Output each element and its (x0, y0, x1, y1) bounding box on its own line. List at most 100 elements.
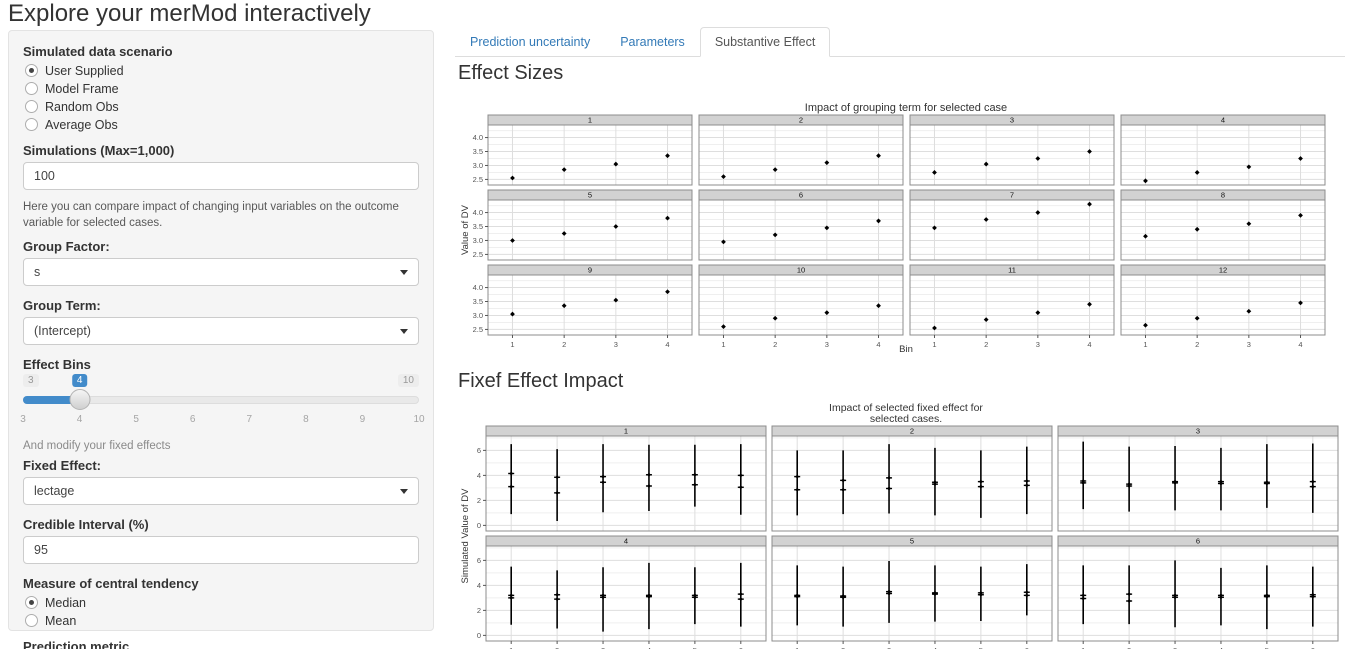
svg-text:11: 11 (1008, 266, 1016, 275)
radio-button-icon[interactable] (25, 614, 38, 627)
simulations-input[interactable] (23, 162, 419, 190)
svg-text:4: 4 (477, 471, 481, 480)
central-tendency-label: Measure of central tendency (23, 576, 419, 591)
help-text: Here you can compare impact of changing … (23, 200, 419, 231)
slider-max-badge: 10 (398, 374, 419, 387)
svg-text:3.0: 3.0 (473, 311, 483, 320)
slider-tick-label: 6 (190, 414, 196, 425)
svg-text:3.0: 3.0 (473, 236, 483, 245)
group-factor-label: Group Factor: (23, 239, 419, 254)
radio-button-icon[interactable] (25, 100, 38, 113)
radio-button-icon[interactable] (25, 82, 38, 95)
svg-text:3: 3 (1010, 116, 1014, 125)
radio-label: Mean (45, 614, 76, 628)
tab-bar: Prediction uncertaintyParametersSubstant… (455, 28, 1345, 57)
radio-option[interactable]: User Supplied (25, 63, 419, 78)
svg-text:3: 3 (1247, 340, 1251, 349)
chevron-down-icon (400, 329, 408, 334)
svg-text:8: 8 (1221, 191, 1225, 200)
grouping-term-plot: Impact of grouping term for selected cas… (460, 100, 1340, 358)
slider-tick-label: 8 (303, 414, 309, 425)
slider-tick-label: 10 (413, 414, 424, 425)
svg-text:6: 6 (477, 556, 481, 565)
radio-label: Average Obs (45, 118, 118, 132)
svg-text:4.0: 4.0 (473, 208, 483, 217)
svg-text:4: 4 (1221, 116, 1225, 125)
group-term-select[interactable]: (Intercept) (23, 317, 419, 345)
slider-value-badge: 4 (72, 374, 88, 387)
svg-text:10: 10 (797, 266, 805, 275)
credible-interval-label: Credible Interval (%) (23, 517, 419, 532)
svg-text:3.5: 3.5 (473, 222, 483, 231)
svg-text:4.0: 4.0 (473, 133, 483, 142)
svg-text:2: 2 (799, 116, 803, 125)
svg-text:2: 2 (910, 427, 914, 436)
group-term-value: (Intercept) (34, 324, 91, 338)
effect-bins-label: Effect Bins (23, 357, 419, 372)
slider-min-badge: 3 (23, 374, 39, 387)
sidebar-controls-panel: Simulated data scenario User Supplied Mod… (8, 30, 434, 631)
chevron-down-icon (400, 270, 408, 275)
main-content: Prediction uncertaintyParametersSubstant… (455, 28, 1345, 649)
fixed-effect-value: lectage (34, 484, 74, 498)
svg-text:2: 2 (562, 340, 566, 349)
svg-text:1: 1 (932, 340, 936, 349)
svg-text:4: 4 (1298, 340, 1302, 349)
radio-option[interactable]: Mean (25, 613, 419, 628)
svg-text:3: 3 (614, 340, 618, 349)
svg-text:1: 1 (624, 427, 628, 436)
tab-parameters[interactable]: Parameters (605, 27, 700, 57)
svg-text:5: 5 (910, 537, 914, 546)
svg-text:2.5: 2.5 (473, 325, 483, 334)
svg-text:0: 0 (477, 521, 481, 530)
fixed-effect-select[interactable]: lectage (23, 477, 419, 505)
slider-tick-label: 4 (77, 414, 83, 425)
scenario-label: Simulated data scenario (23, 44, 419, 59)
radio-option[interactable]: Average Obs (25, 117, 419, 132)
scenario-radio-group: User Supplied Model Frame Random Obs Averag… (23, 63, 419, 132)
svg-text:4: 4 (477, 581, 481, 590)
radio-button-icon[interactable] (25, 64, 38, 77)
credible-interval-input[interactable] (23, 536, 419, 564)
slider-tick-label: 5 (133, 414, 139, 425)
svg-text:6: 6 (1196, 537, 1200, 546)
radio-button-icon[interactable] (25, 118, 38, 131)
svg-text:selected cases.: selected cases. (870, 413, 942, 425)
effect-sizes-heading: Effect Sizes (458, 62, 563, 85)
radio-label: Model Frame (45, 82, 119, 96)
svg-text:2: 2 (984, 340, 988, 349)
group-factor-value: s (34, 265, 40, 279)
slider-tick-labels: 345678910 (23, 414, 419, 426)
svg-text:2: 2 (477, 496, 481, 505)
slider-tick-label: 7 (247, 414, 253, 425)
svg-text:0: 0 (477, 631, 481, 640)
svg-text:4.0: 4.0 (473, 283, 483, 292)
radio-label: User Supplied (45, 64, 124, 78)
fixef-impact-heading: Fixef Effect Impact (458, 370, 623, 393)
fixed-effect-label: Fixed Effect: (23, 458, 419, 473)
svg-text:4: 4 (1087, 340, 1091, 349)
tab-substantive-effect[interactable]: Substantive Effect (700, 27, 831, 57)
radio-option[interactable]: Random Obs (25, 99, 419, 114)
tab-prediction-uncertainty[interactable]: Prediction uncertainty (455, 27, 605, 57)
svg-text:3.5: 3.5 (473, 147, 483, 156)
fixed-effect-plot: Impact of selected fixed effect forselec… (460, 400, 1340, 649)
svg-text:2: 2 (1195, 340, 1199, 349)
group-factor-select[interactable]: s (23, 258, 419, 286)
svg-text:3: 3 (1036, 340, 1040, 349)
chevron-down-icon (400, 489, 408, 494)
svg-text:12: 12 (1219, 266, 1227, 275)
simulations-label: Simulations (Max=1,000) (23, 143, 419, 158)
radio-button-icon[interactable] (25, 596, 38, 609)
radio-option[interactable]: Model Frame (25, 81, 419, 96)
svg-text:5: 5 (588, 191, 592, 200)
svg-text:Bin: Bin (899, 344, 913, 355)
fixed-effects-note: And modify your fixed effects (23, 440, 419, 452)
svg-text:2.5: 2.5 (473, 175, 483, 184)
svg-text:2: 2 (477, 606, 481, 615)
slider-handle[interactable] (69, 389, 90, 410)
svg-text:2.5: 2.5 (473, 250, 483, 259)
svg-text:7: 7 (1010, 191, 1014, 200)
svg-text:2: 2 (773, 340, 777, 349)
radio-option[interactable]: Median (25, 595, 419, 610)
